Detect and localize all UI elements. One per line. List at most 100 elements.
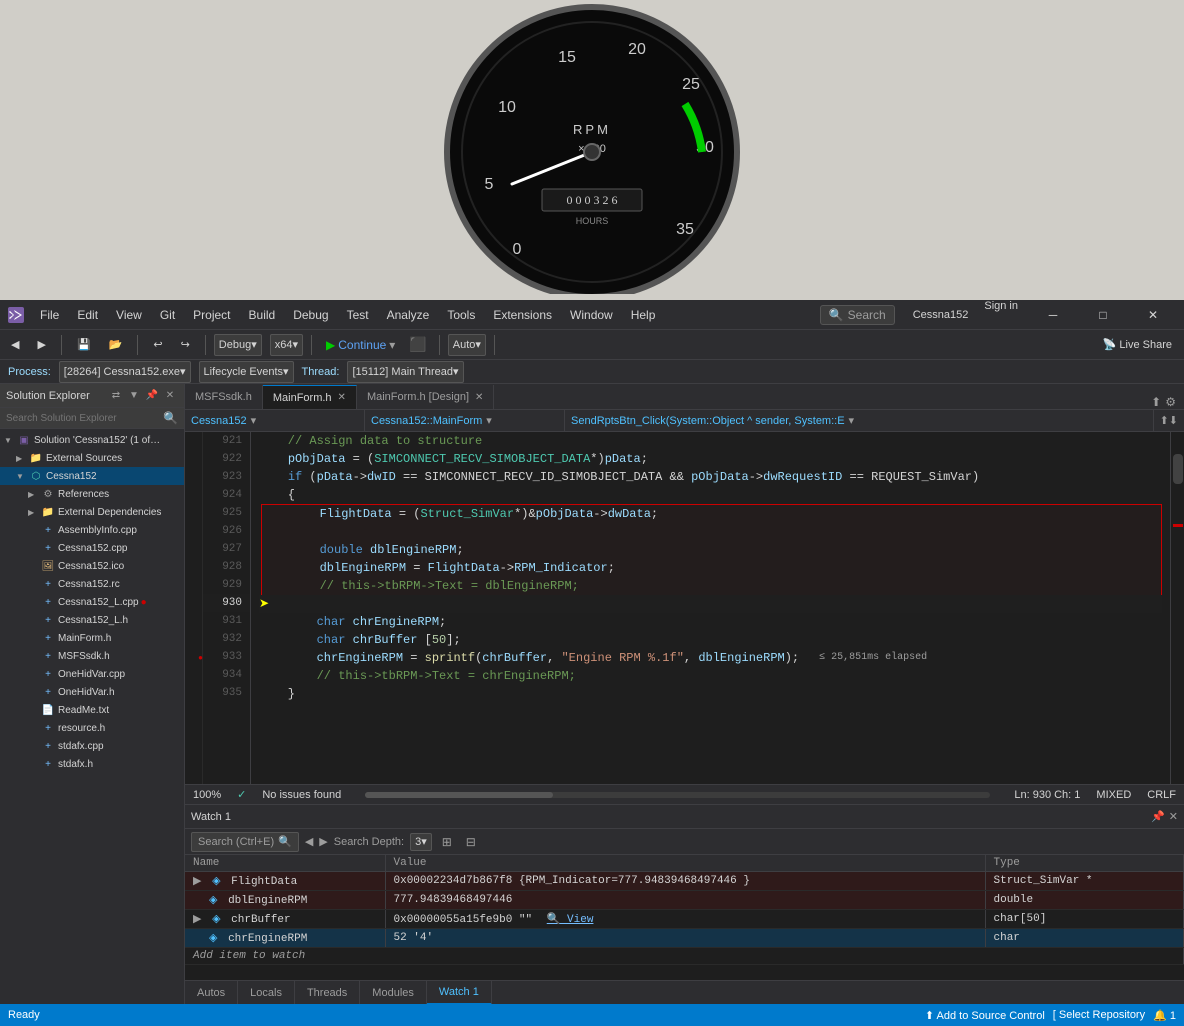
tree-item-resource[interactable]: ▶ + resource.h xyxy=(0,719,184,737)
solution-explorer-search-input[interactable] xyxy=(6,413,163,424)
vs-window: File Edit View Git Project Build Debug T… xyxy=(0,300,1184,1004)
tab-watch1[interactable]: Watch 1 xyxy=(427,981,492,1005)
auto-dropdown[interactable]: Auto ▾ xyxy=(448,334,486,356)
tab-msfssdk[interactable]: MSFSsdk.h xyxy=(185,385,263,409)
debug-mode-dropdown[interactable]: Debug ▾ xyxy=(214,334,262,356)
expand-arrow-1[interactable]: ▶ xyxy=(193,876,201,888)
tree-item-onehidvar[interactable]: ▶ + OneHidVar.cpp xyxy=(0,665,184,683)
add-source-control[interactable]: ⬆ Add to Source Control xyxy=(925,1009,1045,1022)
tree-item-solution[interactable]: ▼ ▣ Solution 'Cessna152' (1 of… xyxy=(0,431,184,449)
tree-item-external-sources[interactable]: ▶ 📁 External Sources xyxy=(0,449,184,467)
maximize-button[interactable]: □ xyxy=(1080,300,1126,330)
debug-stop-icon[interactable]: ⬛ xyxy=(405,336,430,353)
tree-item-cessna152L[interactable]: ▶ + Cessna152_L.cpp ● xyxy=(0,593,184,611)
add-item-row[interactable]: Add item to watch xyxy=(185,948,1184,965)
close-panel-icon[interactable]: ✕ xyxy=(162,388,178,404)
tab-close-design-icon[interactable]: ✕ xyxy=(475,392,483,403)
title-bar-search-box[interactable]: 🔍 Search xyxy=(820,305,895,325)
tab-mainform-design[interactable]: MainForm.h [Design] ✕ xyxy=(357,385,494,409)
watch-row-flightdata[interactable]: ▶ ◈ FlightData 0x00002234d7b867f8 {RPM_I… xyxy=(185,872,1184,891)
menu-analyze[interactable]: Analyze xyxy=(379,304,438,326)
scrollbar-thumb[interactable] xyxy=(1173,454,1183,484)
nav-split-icon[interactable]: ⬆⬇ xyxy=(1154,414,1184,427)
gutter-line-928 xyxy=(185,558,203,576)
watch-close-icon[interactable]: ✕ xyxy=(1169,810,1178,823)
tree-item-cessna152Lh[interactable]: ▶ + Cessna152_L.h xyxy=(0,611,184,629)
thread-dropdown[interactable]: [15112] Main Thread ▾ xyxy=(347,361,463,383)
tab-mainformh[interactable]: MainForm.h ✕ xyxy=(263,385,357,409)
menu-extensions[interactable]: Extensions xyxy=(485,304,560,326)
tree-item-cessna152[interactable]: ▼ ⬡ Cessna152 xyxy=(0,467,184,485)
tree-item-rc[interactable]: ▶ + Cessna152.rc xyxy=(0,575,184,593)
tree-item-ext-deps[interactable]: ▶ 📁 External Dependencies xyxy=(0,503,184,521)
forward-button[interactable]: ▶ xyxy=(30,335,52,354)
tree-item-ico[interactable]: ▶ 🖼 Cessna152.ico xyxy=(0,557,184,575)
watch-row-chrengine[interactable]: ◈ chrEngineRPM 52 '4' char xyxy=(185,929,1184,948)
continue-button[interactable]: ▶ Continue ▾ xyxy=(320,336,401,354)
tree-item-onehidvarh[interactable]: ▶ + OneHidVar.h xyxy=(0,683,184,701)
live-share-button[interactable]: 📡 Live Share xyxy=(1095,338,1180,351)
watch-filter-icon[interactable]: ⊞ xyxy=(438,835,456,849)
menu-tools[interactable]: Tools xyxy=(439,304,483,326)
namespace-dropdown[interactable]: Cessna152::MainForm ▾ xyxy=(365,410,565,431)
menu-view[interactable]: View xyxy=(108,304,150,326)
tree-item-stdafxcpp[interactable]: ▶ + stdafx.cpp xyxy=(0,737,184,755)
watch-row-chrbuffer[interactable]: ▶ ◈ chrBuffer 0x00000055a15fe9b0 "" 🔍 Vi… xyxy=(185,910,1184,929)
process-dropdown[interactable]: [28264] Cessna152.exe ▾ xyxy=(59,361,191,383)
search-depth-dropdown[interactable]: 3 ▾ xyxy=(410,833,432,851)
menu-file[interactable]: File xyxy=(32,304,67,326)
lifecycle-dropdown[interactable]: Lifecycle Events ▾ xyxy=(199,361,294,383)
tree-item-assemblyinfo[interactable]: ▶ + AssemblyInfo.cpp xyxy=(0,521,184,539)
tree-item-stdafxh[interactable]: ▶ + stdafx.h xyxy=(0,755,184,773)
tab-threads[interactable]: Threads xyxy=(295,981,360,1005)
mainform-label: MainForm.h xyxy=(58,633,111,644)
select-repo[interactable]: [ Select Repository xyxy=(1053,1009,1145,1021)
menu-window[interactable]: Window xyxy=(562,304,621,326)
watch-pin-icon[interactable]: 📌 xyxy=(1151,810,1165,823)
nav-fwd-icon[interactable]: ▶ xyxy=(319,835,327,848)
tab-modules[interactable]: Modules xyxy=(360,981,427,1005)
collapse-icon[interactable]: ▼ xyxy=(126,388,142,404)
minimize-button[interactable]: ─ xyxy=(1030,300,1076,330)
menu-test[interactable]: Test xyxy=(339,304,377,326)
expand-arrow-3[interactable]: ▶ xyxy=(193,914,201,926)
tree-item-references[interactable]: ▶ ⚙ References xyxy=(0,485,184,503)
save-button[interactable]: 💾 xyxy=(70,335,98,354)
undo-button[interactable]: ↩ xyxy=(146,335,169,354)
watch-expand-icon[interactable]: ⊟ xyxy=(462,835,480,849)
code-content[interactable]: // Assign data to structure pObjData = (… xyxy=(251,432,1170,784)
notification-bell[interactable]: 🔔 1 xyxy=(1153,1009,1176,1022)
method-dropdown[interactable]: SendRptsBtn_Click(System::Object ^ sende… xyxy=(565,410,1154,431)
tree-item-msfssdk[interactable]: ▶ + MSFSsdk.h xyxy=(0,647,184,665)
watch-search[interactable]: Search (Ctrl+E) 🔍 xyxy=(191,832,299,852)
tab-close-icon[interactable]: ✕ xyxy=(338,392,346,403)
tab-autos[interactable]: Autos xyxy=(185,981,238,1005)
menu-project[interactable]: Project xyxy=(185,304,238,326)
view-link[interactable]: 🔍 View xyxy=(547,914,594,926)
settings-icon[interactable]: ⚙ xyxy=(1165,395,1176,409)
menu-debug[interactable]: Debug xyxy=(285,304,336,326)
sign-in-link[interactable]: Sign in xyxy=(976,300,1026,330)
solution-explorer-search[interactable]: 🔍 xyxy=(0,408,184,429)
menu-build[interactable]: Build xyxy=(241,304,284,326)
back-button[interactable]: ◀ xyxy=(4,335,26,354)
open-button[interactable]: 📂 xyxy=(102,335,130,354)
tree-item-cessna152cpp[interactable]: ▶ + Cessna152.cpp xyxy=(0,539,184,557)
redo-button[interactable]: ↪ xyxy=(174,335,197,354)
expand-editor-icon[interactable]: ⬆ xyxy=(1151,395,1161,409)
right-scrollbar[interactable] xyxy=(1170,432,1184,784)
tree-item-readme[interactable]: ▶ 📄 ReadMe.txt xyxy=(0,701,184,719)
menu-edit[interactable]: Edit xyxy=(69,304,106,326)
menu-git[interactable]: Git xyxy=(152,304,183,326)
sync-icon[interactable]: ⇄ xyxy=(108,388,124,404)
watch-row-dblengine[interactable]: ◈ dblEngineRPM 777.94839468497446 double xyxy=(185,891,1184,910)
tab-locals[interactable]: Locals xyxy=(238,981,295,1005)
search-icon: 🔍 xyxy=(829,308,844,322)
close-button[interactable]: ✕ xyxy=(1130,300,1176,330)
nav-back-icon[interactable]: ◀ xyxy=(305,835,313,848)
class-dropdown[interactable]: Cessna152 ▾ xyxy=(185,410,365,431)
pin-icon[interactable]: 📌 xyxy=(144,388,160,404)
arch-dropdown[interactable]: x64 ▾ xyxy=(270,334,303,356)
tree-item-mainform[interactable]: ▶ + MainForm.h xyxy=(0,629,184,647)
menu-help[interactable]: Help xyxy=(623,304,664,326)
